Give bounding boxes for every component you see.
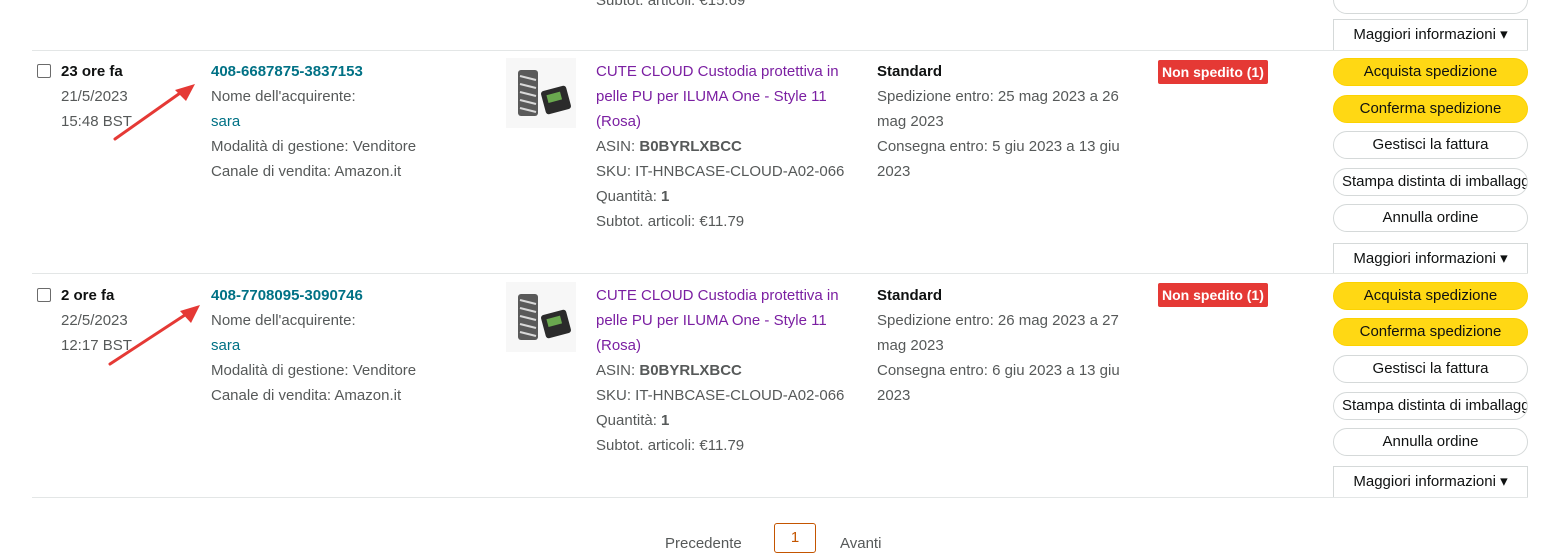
annotation-arrow-icon bbox=[108, 305, 200, 366]
annotation-arrows bbox=[108, 84, 200, 366]
pagination-next[interactable]: Avanti bbox=[840, 531, 881, 556]
pagination-current-page[interactable]: 1 bbox=[774, 523, 816, 553]
annotation-arrow-icon bbox=[113, 84, 195, 141]
pagination-previous[interactable]: Precedente bbox=[665, 531, 742, 556]
